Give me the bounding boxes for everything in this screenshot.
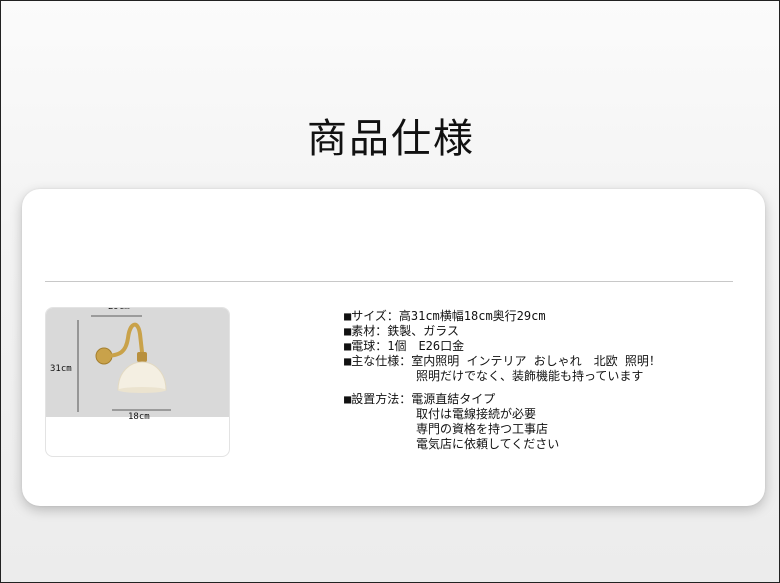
spec-install-line4: 電気店に依頼してください [416,437,560,451]
wall-lamp-illustration [77,315,171,412]
spec-card: 29cm 31cm 18cm ■サイズ：高31cm横幅18cm奥行29cm ■素… [22,189,765,506]
page-title: 商品仕様 [307,115,475,162]
depth-label: 18cm [128,412,150,422]
spec-features-line2: 照明だけでなく、装飾機能も持っています [416,369,644,383]
height-label: 31cm [50,364,72,374]
spec-features-cont: 照明だけでなく、装飾機能も持っています [344,369,661,384]
spec-list: ■サイズ：高31cm横幅18cm奥行29cm ■素材：鉄製、ガラス ■電球：1個… [344,309,661,452]
spec-install-cont-1: 取付は電線接続が必要 [344,407,661,422]
lamp-socket [137,352,147,362]
glass-shade [117,361,167,391]
product-thumbnail: 29cm 31cm 18cm [45,307,230,457]
spec-install-line2: 取付は電線接続が必要 [416,407,537,421]
spec-material: ■素材：鉄製、ガラス [344,324,459,338]
spec-size: ■サイズ：高31cm横幅18cm奥行29cm [344,309,546,323]
product-photo: 29cm 31cm 18cm [46,307,229,422]
glass-shade-rim [118,387,166,393]
spec-install-line3: 専門の資格を持つ工事店 [416,422,549,436]
spec-gap [344,384,661,392]
width-label: 29cm [108,307,130,312]
spec-features: ■主な仕様：室内照明 インテリア おしゃれ 北欧 照明！ [344,354,661,368]
card-divider [45,281,733,282]
spec-bulb: ■電球：1個 E26口金 [344,339,465,353]
spec-install-cont-2: 専門の資格を持つ工事店 [344,422,661,437]
page-frame: 商品仕様 29cm 31cm 18cm ■サイズ：高31cm横幅18cm奥行29… [0,0,780,583]
spec-install-cont-3: 電気店に依頼してください [344,437,661,452]
spec-install: ■設置方法：電源直結タイプ [344,392,496,406]
